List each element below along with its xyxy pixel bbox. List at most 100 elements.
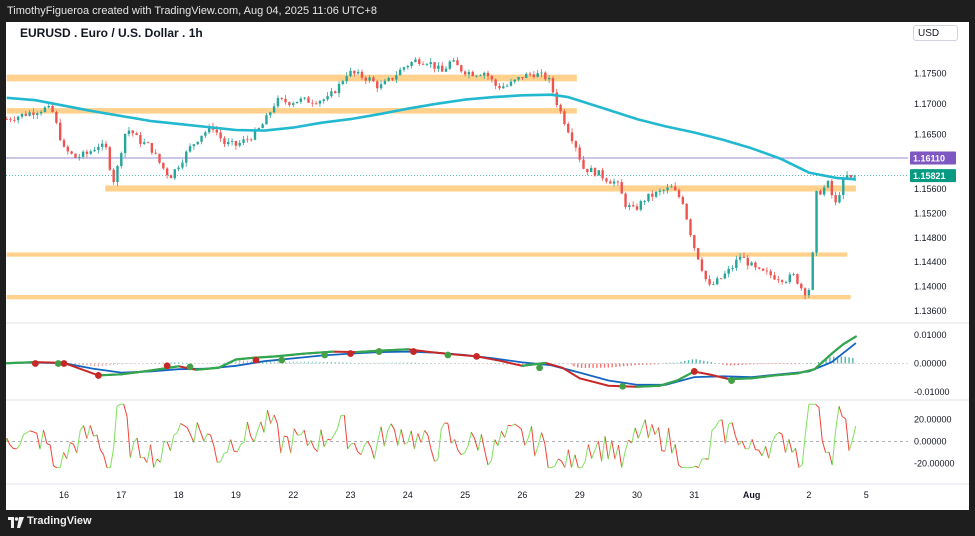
candle-body xyxy=(792,274,795,275)
macd-cross-dot xyxy=(690,368,698,375)
oscillator-segment xyxy=(480,434,486,451)
candle-body xyxy=(719,278,723,280)
candle-body xyxy=(242,139,245,143)
oscillator-segment xyxy=(383,430,389,447)
oscillator-segment xyxy=(768,442,773,459)
candle-body xyxy=(345,76,348,82)
oscillator-segment xyxy=(815,403,820,408)
oscillator-segment xyxy=(464,445,469,454)
oscillator-segment xyxy=(835,406,840,431)
oscillator-segment xyxy=(571,454,576,468)
candle-body xyxy=(796,274,799,284)
candle-body xyxy=(192,144,196,147)
oscillator-segment xyxy=(527,426,532,439)
oscillator-segment xyxy=(494,439,499,446)
oscillator-segment xyxy=(668,428,673,454)
candle-body xyxy=(24,113,27,116)
candle-body xyxy=(834,195,837,203)
oscillator-segment xyxy=(695,465,699,469)
candle-body xyxy=(360,71,364,78)
macd-cross-dot xyxy=(60,360,68,367)
candle-body xyxy=(738,256,742,260)
oscillator-segment xyxy=(343,415,349,450)
oscillator-segment xyxy=(223,451,228,455)
oscillator-segment xyxy=(159,442,165,463)
candle-body xyxy=(188,146,192,152)
candle-body xyxy=(28,112,31,116)
oscillator-segment xyxy=(477,434,482,451)
time-axis-tick-label: 24 xyxy=(403,490,413,500)
candle-body xyxy=(761,268,765,271)
oscillator-segment xyxy=(654,427,659,436)
candle-body xyxy=(177,167,180,170)
oscillator-segment xyxy=(544,443,549,468)
symbol-title[interactable]: EURUSD . Euro / U.S. Dollar . 1h xyxy=(20,26,203,40)
currency-badge[interactable]: USD xyxy=(913,25,958,41)
oscillator-segment xyxy=(66,442,71,459)
oscillator-segment xyxy=(698,458,703,468)
candle-body xyxy=(677,190,681,198)
candle-body xyxy=(700,259,704,271)
candle-body xyxy=(433,62,436,69)
candle-body xyxy=(440,65,444,72)
oscillator-segment xyxy=(330,434,335,441)
candle-body xyxy=(223,138,226,145)
oscillator-segment xyxy=(604,436,609,460)
candle-body xyxy=(693,235,696,249)
oscillator-segment xyxy=(801,432,807,465)
oscillator-segment xyxy=(146,444,151,463)
candle-body xyxy=(299,98,303,102)
oscillator-segment xyxy=(16,444,21,450)
sr-zone xyxy=(105,185,856,192)
candle-body xyxy=(6,119,8,120)
oscillator-segment xyxy=(708,430,713,460)
oscillator-segment xyxy=(778,431,783,435)
oscillator-segment xyxy=(497,431,502,446)
oscillator-segment xyxy=(129,442,135,458)
time-axis-tick-label: 19 xyxy=(231,490,241,500)
oscillator-segment xyxy=(173,432,178,436)
candle-body xyxy=(272,106,276,113)
candle-body xyxy=(402,67,406,70)
candle-body xyxy=(605,178,608,182)
candle-body xyxy=(505,85,509,87)
oscillator-segment xyxy=(347,443,352,450)
time-axis-tick-label: 22 xyxy=(288,490,298,500)
price-label: 1.15821 xyxy=(913,171,946,181)
oscillator-segment xyxy=(511,423,515,427)
candle-body xyxy=(303,97,306,99)
oscillator-segment xyxy=(280,436,285,454)
header-credit: TimothyFigueroa created with TradingView… xyxy=(0,0,975,22)
candle-body xyxy=(635,206,639,210)
oscillator-axis-tick-label: -20.00000 xyxy=(914,458,955,468)
chart-canvas[interactable]: 1.17500 1.17000 1.16500 1.15600 1.15200 1.148… xyxy=(6,22,969,510)
candle-body xyxy=(39,111,43,114)
candle-body xyxy=(589,168,593,173)
oscillator-segment xyxy=(286,436,292,454)
oscillator-segment xyxy=(109,447,115,468)
time-axis-tick-label: 5 xyxy=(864,490,869,500)
candle-body xyxy=(586,168,589,173)
oscillator-segment xyxy=(718,419,723,422)
oscillator-segment xyxy=(86,425,91,439)
candle-body xyxy=(574,141,578,148)
oscillator-segment xyxy=(664,428,670,452)
oscillator-segment xyxy=(504,425,509,438)
oscillator-segment xyxy=(26,430,31,434)
oscillator-segment xyxy=(273,414,278,424)
oscillator-segment xyxy=(253,431,258,443)
candle-body xyxy=(421,63,425,65)
candle-body xyxy=(803,288,807,296)
candle-body xyxy=(51,105,54,113)
candle-body xyxy=(181,162,184,168)
candle-body xyxy=(93,150,96,152)
oscillator-segment xyxy=(758,449,763,457)
oscillator-segment xyxy=(647,424,653,439)
oscillator-segment xyxy=(213,446,218,463)
oscillator-segment xyxy=(93,434,98,437)
macd-rising-segment xyxy=(842,335,857,346)
candle-body xyxy=(89,151,92,154)
candle-body xyxy=(651,193,654,197)
candle-body xyxy=(727,268,730,274)
candle-body xyxy=(559,105,562,112)
